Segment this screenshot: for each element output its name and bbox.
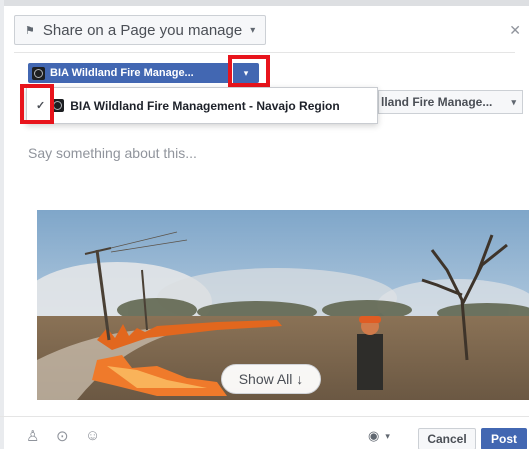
highlight-box-dropdown [228, 55, 270, 87]
emoji-icon[interactable]: ☺ [85, 427, 100, 444]
secondary-page-label: lland Fire Manage... [381, 95, 493, 109]
chevron-down-icon: ▾ [250, 24, 256, 36]
page-selector-label[interactable]: BIA Wildland Fire Manage... [28, 63, 231, 83]
tag-people-icon[interactable]: ♙ [26, 427, 39, 445]
share-destination-label: Share on a Page you manage [42, 21, 243, 39]
post-button[interactable]: Post [481, 428, 527, 449]
left-border [0, 0, 4, 449]
chevron-down-icon: ▾ [511, 96, 516, 107]
page-selector[interactable]: BIA Wildland Fire Manage... ▾ [28, 63, 259, 83]
location-icon[interactable]: ⊙ [56, 427, 69, 445]
status-composer[interactable]: Say something about this... [28, 145, 197, 161]
highlight-box-page-icon [20, 84, 54, 124]
show-all-button[interactable]: Show All ↓ [221, 364, 321, 394]
audience-selector[interactable]: ◉ ▾ [368, 428, 390, 444]
globe-icon: ◉ [368, 428, 380, 443]
header-divider [14, 52, 515, 53]
footer-divider [0, 416, 529, 417]
cancel-button[interactable]: Cancel [418, 428, 476, 449]
page-avatar-icon [32, 66, 45, 80]
page-menu[interactable]: ✓ BIA Wildland Fire Management - Navajo … [26, 87, 378, 124]
share-destination-button[interactable]: ⚑ Share on a Page you manage ▾ [14, 15, 267, 45]
close-icon[interactable]: ✕ [509, 22, 521, 39]
chevron-down-icon: ▾ [385, 430, 390, 441]
top-divider [0, 0, 529, 6]
page-menu-item[interactable]: BIA Wildland Fire Management - Navajo Re… [70, 99, 339, 113]
flag-icon: ⚑ [25, 24, 35, 37]
page-selector-text: BIA Wildland Fire Manage... [50, 67, 194, 79]
secondary-page-selector[interactable]: lland Fire Manage... ▾ [378, 90, 523, 114]
